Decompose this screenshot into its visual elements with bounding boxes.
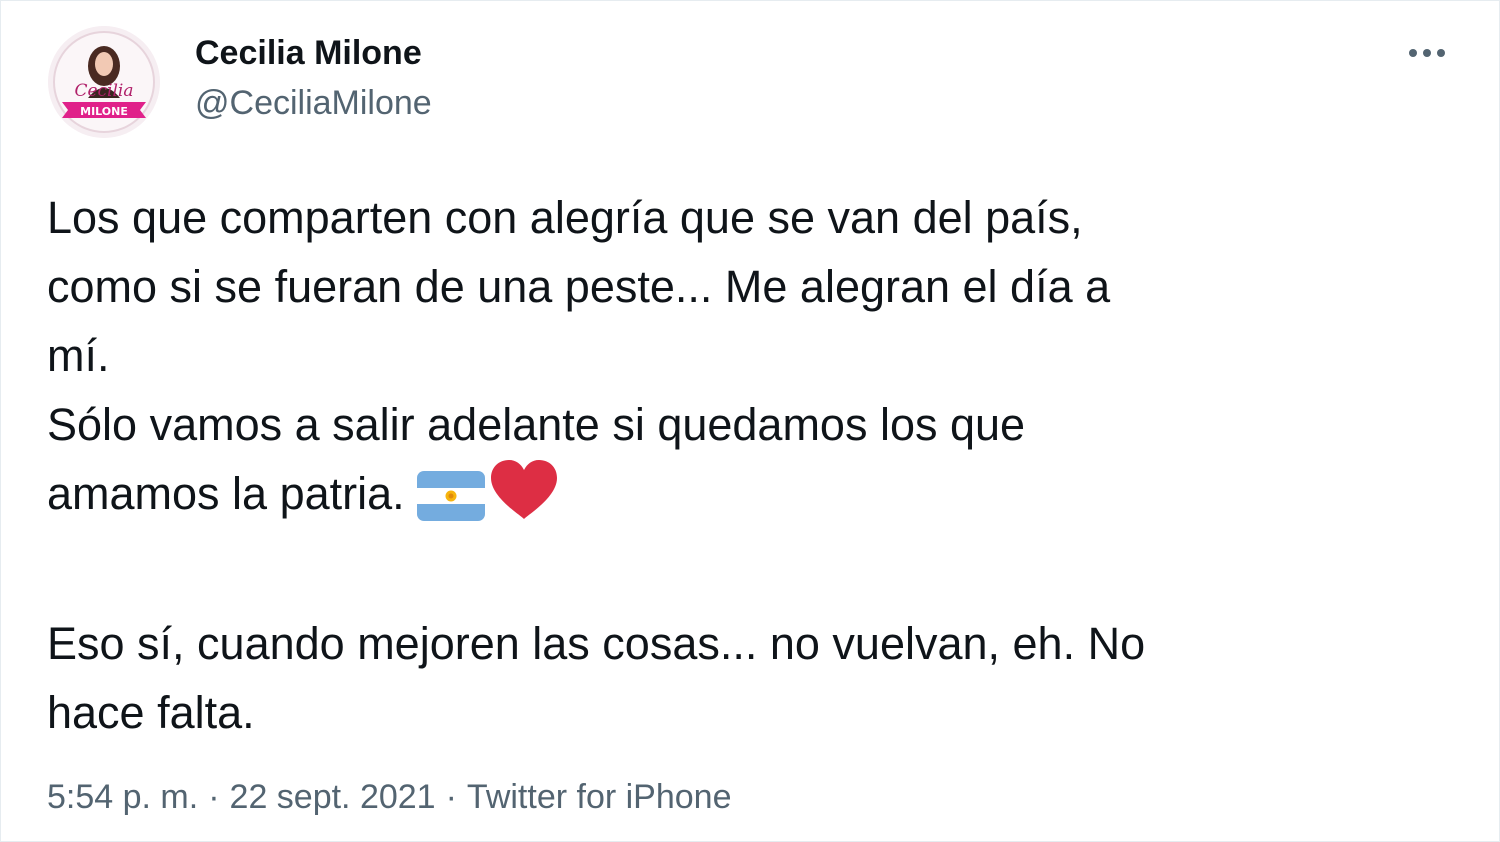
avatar-logo-icon: Cecilia MILONE — [48, 26, 160, 138]
tweet-text-line: hace falta. — [47, 687, 255, 738]
tweet-text-line: como si se fueran de una peste... Me ale… — [47, 261, 1111, 312]
tweet-text-line-with-emoji: amamos la patria. — [47, 459, 1447, 540]
tweet-text-line: Los que comparten con alegría que se van… — [47, 192, 1083, 243]
more-options-button[interactable] — [1399, 29, 1455, 77]
author-display-name[interactable]: Cecilia Milone — [195, 31, 422, 75]
author-handle[interactable]: @CeciliaMilone — [195, 81, 432, 125]
tweet-timestamp-date[interactable]: 22 sept. 2021 — [230, 778, 436, 816]
tweet-timestamp-time[interactable]: 5:54 p. m. — [47, 778, 198, 816]
more-horizontal-icon — [1409, 49, 1445, 57]
tweet-text-line: Sólo vamos a salir adelante si quedamos … — [47, 399, 1026, 450]
tweet-text-line: Eso sí, cuando mejoren las cosas... no v… — [47, 618, 1146, 669]
tweet-text: Los que comparten con alegría que se van… — [47, 183, 1447, 747]
argentina-flag-icon — [416, 471, 485, 540]
meta-separator: · — [445, 778, 457, 816]
tweet-text-line: mí. — [47, 330, 110, 381]
tweet-metadata: 5:54 p. m. · 22 sept. 2021 · Twitter for iPh… — [47, 773, 731, 821]
red-heart-icon — [489, 459, 559, 540]
svg-text:Cecilia: Cecilia — [74, 81, 133, 101]
tweet-text-line: amamos la patria. — [47, 468, 405, 519]
meta-separator: · — [208, 778, 220, 816]
avatar[interactable]: Cecilia MILONE — [48, 26, 160, 138]
tweet-source-link[interactable]: Twitter for iPhone — [467, 778, 732, 816]
tweet-card: Cecilia MILONE Cecilia Milone @CeciliaMi… — [0, 0, 1500, 842]
svg-text:MILONE: MILONE — [80, 105, 128, 118]
